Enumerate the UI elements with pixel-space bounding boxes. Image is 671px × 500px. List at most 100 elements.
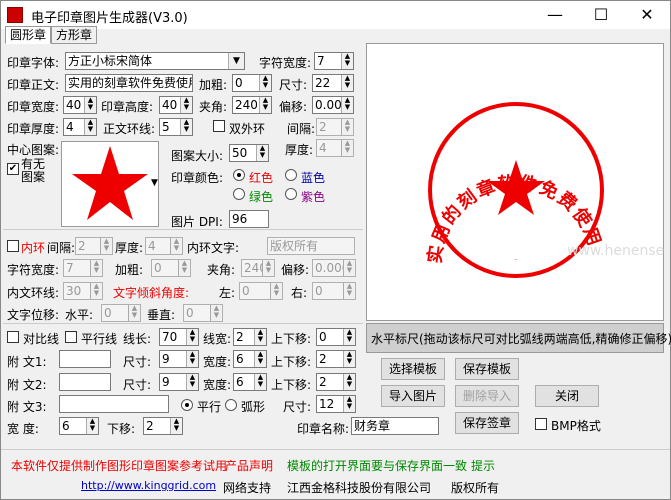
spinner-arrows-icon[interactable]: ▲ ▼: [341, 75, 353, 91]
spinner-arrows-icon[interactable]: ▲ ▼: [259, 75, 271, 91]
color-purple-radio[interactable]: [285, 188, 297, 200]
width-spinner[interactable]: 40 ▲ ▼: [63, 96, 97, 114]
attach2-size-spinner[interactable]: 9 ▲ ▼: [159, 373, 199, 391]
spinner-arrows-icon[interactable]: ▲ ▼: [178, 260, 190, 276]
spinner-arrows-icon[interactable]: ▲ ▼: [254, 329, 266, 345]
spinner-arrows-icon[interactable]: ▲ ▼: [90, 283, 102, 299]
spinner-arrows-icon[interactable]: ▲ ▼: [343, 260, 355, 276]
spinner-arrows-icon[interactable]: ▲ ▼: [343, 283, 355, 299]
char-width2-spinner[interactable]: 7 ▲ ▼: [63, 259, 103, 277]
pattern-dropdown-arrow-icon[interactable]: ▼: [151, 178, 158, 188]
attach3-size-spinner[interactable]: 12 ▲ ▼: [316, 395, 356, 413]
spinner-arrows-icon[interactable]: ▲ ▼: [186, 351, 198, 367]
dpi-input[interactable]: 96: [229, 210, 269, 228]
bold2-spinner[interactable]: 0 ▲ ▼: [151, 259, 191, 277]
ring-spinner[interactable]: 5 ▲ ▼: [159, 118, 193, 136]
attach1-updown-spinner[interactable]: 2 ▲ ▼: [316, 350, 356, 368]
spinner-arrows-icon[interactable]: ▲ ▼: [254, 374, 266, 390]
spinner-arrows-icon[interactable]: ▲ ▼: [254, 351, 266, 367]
bold-spinner[interactable]: 0 ▲ ▼: [232, 74, 272, 92]
left-spinner[interactable]: 0 ▲ ▼: [239, 282, 283, 300]
spinner-arrows-icon[interactable]: ▲ ▼: [84, 119, 96, 135]
gap-spinner[interactable]: 2 ▲ ▼: [316, 118, 354, 136]
line-length-spinner[interactable]: 70 ▲ ▼: [159, 328, 199, 346]
thick-spinner[interactable]: 4 ▲ ▼: [63, 118, 97, 136]
spinner-arrows-icon[interactable]: ▲ ▼: [343, 396, 355, 412]
spinner-arrows-icon[interactable]: ▲ ▼: [180, 119, 192, 135]
seal-name-input[interactable]: 财务章: [351, 417, 439, 435]
line-updown-spinner[interactable]: 0 ▲ ▼: [316, 328, 356, 346]
attach1-input[interactable]: [59, 350, 111, 368]
spinner-arrows-icon[interactable]: ▲ ▼: [128, 305, 140, 321]
bmp-format-checkbox[interactable]: [535, 418, 547, 430]
spinner-arrows-icon[interactable]: ▲ ▼: [343, 351, 355, 367]
inner-ring-checkbox[interactable]: [7, 240, 19, 252]
color-blue-radio[interactable]: [285, 169, 297, 181]
right-spinner[interactable]: 0 ▲ ▼: [312, 282, 356, 300]
spinner-arrows-icon[interactable]: ▲ ▼: [186, 329, 198, 345]
inner-thick-spinner[interactable]: 4 ▲ ▼: [145, 237, 183, 255]
color-red-radio[interactable]: [233, 169, 245, 181]
spinner-arrows-icon[interactable]: ▲ ▼: [86, 418, 98, 434]
spinner-arrows-icon[interactable]: ▲ ▼: [90, 260, 102, 276]
size-spinner[interactable]: 22 ▲ ▼: [312, 74, 354, 92]
attach2-input[interactable]: [59, 373, 111, 391]
select-template-button[interactable]: 选择模板: [381, 358, 445, 380]
maximize-button[interactable]: ☐: [578, 1, 624, 29]
spinner-arrows-icon[interactable]: ▲ ▼: [210, 305, 222, 321]
has-pattern-checkbox[interactable]: ✔: [7, 163, 19, 175]
spinner-arrows-icon[interactable]: ▲ ▼: [259, 97, 271, 113]
angle2-spinner[interactable]: 240 ▲ ▼: [241, 259, 275, 277]
inner-ring-line-spinner[interactable]: 30 ▲ ▼: [63, 282, 103, 300]
spinner-arrows-icon[interactable]: ▲ ▼: [180, 97, 192, 113]
attach1-size-spinner[interactable]: 9 ▲ ▼: [159, 350, 199, 368]
contrast-line-checkbox[interactable]: [7, 331, 19, 343]
thickness2-spinner[interactable]: 4 ▲ ▼: [316, 139, 354, 157]
body-text-input[interactable]: 实用的刻章软件免费使用: [65, 74, 193, 92]
angle-spinner[interactable]: 240 ▲ ▼: [232, 96, 272, 114]
horizontal-spinner[interactable]: 0 ▲ ▼: [101, 304, 141, 322]
footer-url-link[interactable]: http://www.kinggrid.com: [81, 479, 216, 492]
offset2-spinner[interactable]: 0.000 ▲ ▼: [312, 259, 356, 277]
flat-radio[interactable]: [181, 399, 193, 411]
spinner-arrows-icon[interactable]: ▲ ▼: [343, 329, 355, 345]
attach1-width-spinner[interactable]: 6 ▲ ▼: [233, 350, 267, 368]
spinner-arrows-icon[interactable]: ▲ ▼: [341, 140, 353, 156]
spinner-arrows-icon[interactable]: ▲ ▼: [186, 374, 198, 390]
attach2-width-spinner[interactable]: 6 ▲ ▼: [233, 373, 267, 391]
chevron-down-icon[interactable]: ▼: [228, 53, 244, 69]
save-template-button[interactable]: 保存模板: [455, 358, 519, 380]
spinner-arrows-icon[interactable]: ▲ ▼: [100, 238, 112, 254]
delete-import-button[interactable]: 删除导入: [455, 385, 519, 407]
tab-square-seal[interactable]: 方形章: [51, 26, 98, 44]
arc-radio[interactable]: [225, 399, 237, 411]
width3-spinner[interactable]: 6 ▲ ▼: [59, 417, 99, 435]
pattern-size-spinner[interactable]: 50 ▲ ▼: [229, 144, 269, 162]
char-width-spinner[interactable]: 7 ▲ ▼: [314, 52, 354, 70]
down-spinner[interactable]: 2 ▲ ▼: [143, 417, 183, 435]
attach2-updown-spinner[interactable]: 2 ▲ ▼: [316, 373, 356, 391]
parallel-line-checkbox[interactable]: [65, 331, 77, 343]
font-select[interactable]: 方正小标宋简体 ▼: [65, 52, 245, 70]
pattern-preview[interactable]: [61, 141, 159, 227]
inner-text-input[interactable]: 版权所有: [267, 237, 355, 255]
double-ring-checkbox[interactable]: [213, 120, 225, 132]
spinner-arrows-icon[interactable]: ▲ ▼: [270, 283, 282, 299]
spinner-arrows-icon[interactable]: ▲ ▼: [341, 119, 353, 135]
import-image-button[interactable]: 导入图片: [381, 385, 445, 407]
inner-gap-spinner[interactable]: 2 ▲ ▼: [75, 237, 113, 255]
spinner-arrows-icon[interactable]: ▲ ▼: [84, 97, 96, 113]
spinner-arrows-icon[interactable]: ▲ ▼: [170, 418, 182, 434]
height-spinner[interactable]: 40 ▲ ▼: [159, 96, 193, 114]
spinner-arrows-icon[interactable]: ▲ ▼: [262, 260, 274, 276]
spinner-arrows-icon[interactable]: ▲ ▼: [170, 238, 182, 254]
horizontal-ruler[interactable]: 水平标尺(拖动该标尺可对比弧线两端高低,精确修正偏移): [366, 323, 671, 353]
vertical-spinner[interactable]: 0 ▲ ▼: [183, 304, 223, 322]
spinner-arrows-icon[interactable]: ▲ ▼: [341, 97, 353, 113]
spinner-arrows-icon[interactable]: ▲ ▼: [256, 145, 268, 161]
footer-statement-link[interactable]: 产品声明: [225, 457, 273, 474]
attach3-input[interactable]: [59, 395, 169, 413]
tab-round-seal[interactable]: 圆形章: [5, 26, 52, 44]
spinner-arrows-icon[interactable]: ▲ ▼: [341, 53, 353, 69]
spinner-arrows-icon[interactable]: ▲ ▼: [343, 374, 355, 390]
